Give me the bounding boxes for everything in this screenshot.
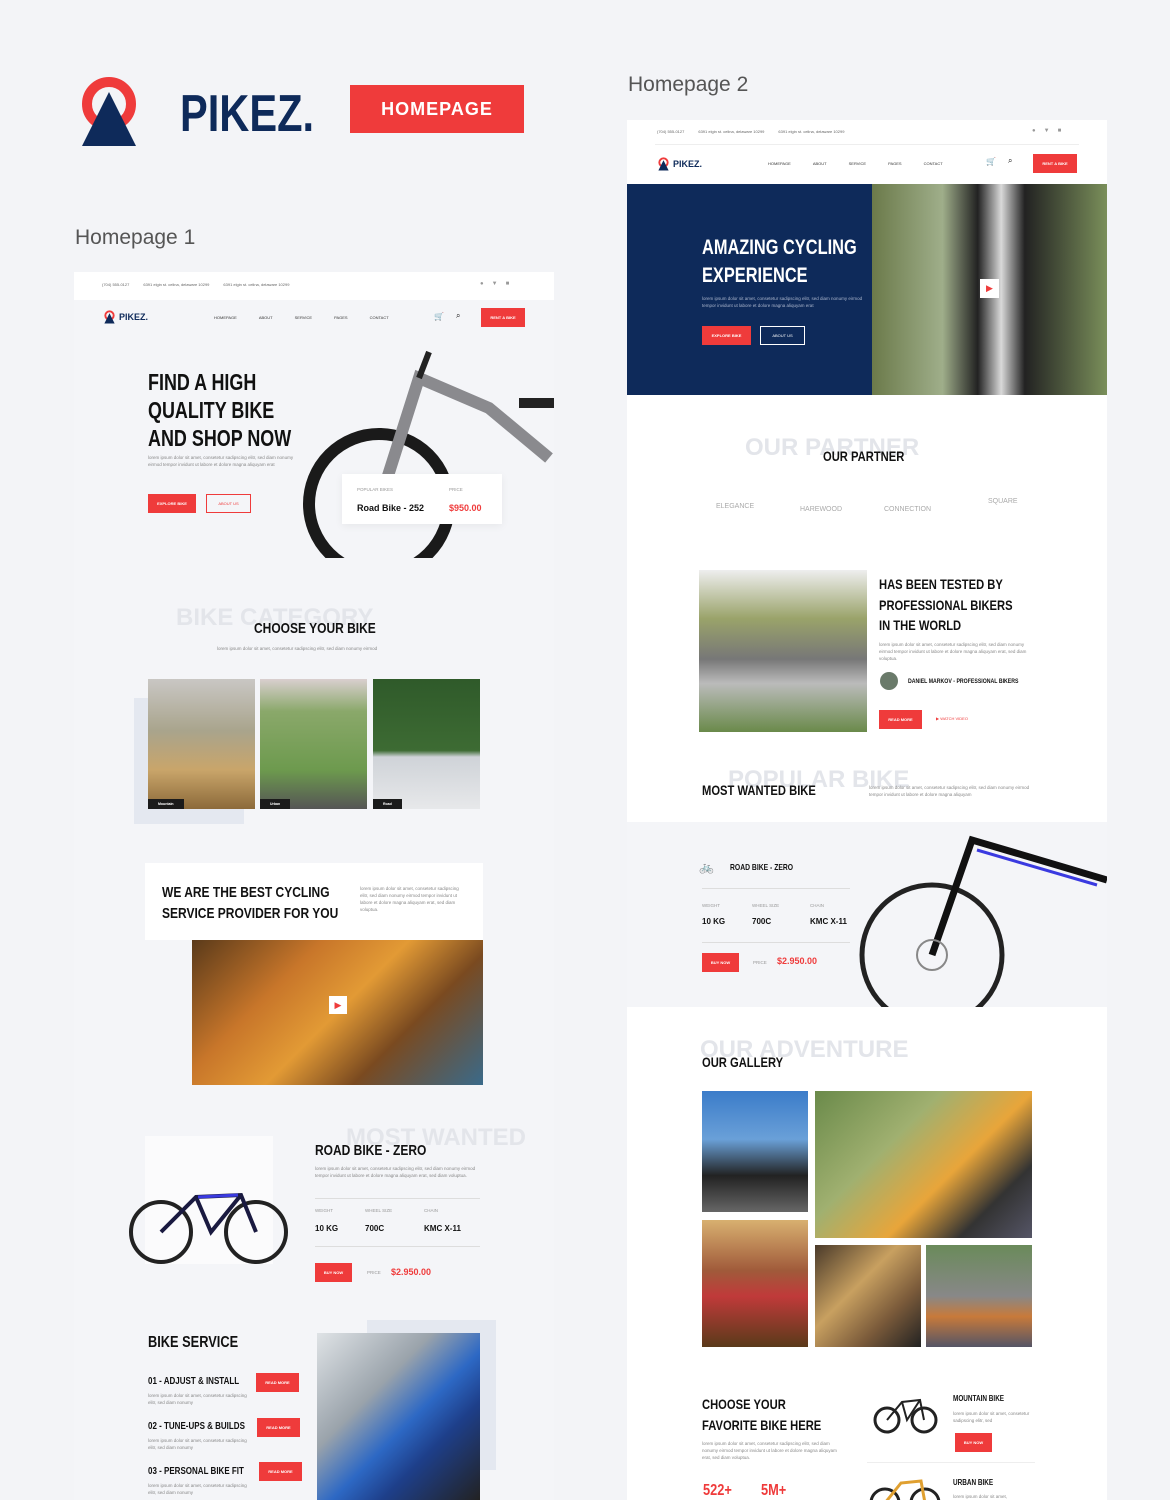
- choose-title: CHOOSE YOUR FAVORITE BIKE HERE: [702, 1396, 822, 1433]
- most-wanted-title: MOST WANTED BIKE: [702, 782, 816, 798]
- gallery-image[interactable]: [815, 1091, 1032, 1238]
- product-title: ROAD BIKE - ZERO: [315, 1142, 427, 1159]
- partner-logo-harewood: HAREWOOD: [800, 506, 842, 513]
- homepage-2-preview: (704) 555-0127 6391 elgin st. celina, de…: [627, 120, 1107, 1500]
- youtube-icon[interactable]: ■: [506, 281, 510, 287]
- buy-now-button[interactable]: BUY NOW: [315, 1263, 352, 1282]
- read-more-button[interactable]: READ MORE: [256, 1373, 299, 1392]
- nav-about[interactable]: ABOUT: [813, 161, 827, 166]
- twitter-icon[interactable]: ▼: [1044, 128, 1050, 134]
- explore-bike-button[interactable]: EXPLORE BIKE: [148, 494, 196, 513]
- about-us-button[interactable]: ABOUT US: [760, 326, 805, 345]
- nav-homepage[interactable]: HOMEPAGE: [768, 161, 791, 166]
- play-icon[interactable]: ▶: [980, 279, 999, 298]
- read-more-button[interactable]: READ MORE: [879, 710, 922, 729]
- category-card-mountain[interactable]: Mountain: [148, 679, 255, 809]
- email-text: 6391 elgin st. celina, delaware 10299: [223, 282, 290, 287]
- email-text: 6391 elgin st. celina, delaware 10299: [778, 129, 845, 134]
- hero-title: AMAZING CYCLING EXPERIENCE: [702, 236, 857, 287]
- buy-now-button[interactable]: BUY NOW: [955, 1433, 992, 1452]
- address-text: 6391 elgin st. celina, delaware 10299: [143, 282, 210, 287]
- category-card-urban[interactable]: Urban: [260, 679, 367, 809]
- popular-bike-card[interactable]: POPULAR BIKES Road Bike - 252 PRICE $950…: [342, 474, 502, 524]
- tested-title: HAS BEEN TESTED BY PROFESSIONAL BIKERS IN …: [879, 576, 1013, 633]
- avatar: [880, 672, 898, 690]
- read-more-button[interactable]: READ MORE: [257, 1418, 300, 1437]
- phone-text: (704) 555-0127: [657, 129, 685, 134]
- search-icon[interactable]: ⌕: [1008, 156, 1012, 166]
- about-us-button[interactable]: ABOUT US: [206, 494, 251, 513]
- homepage-badge[interactable]: HOMEPAGE: [350, 85, 524, 133]
- read-more-button[interactable]: READ MORE: [259, 1462, 302, 1481]
- phone-text: (704) 555-0127: [102, 282, 130, 287]
- nav-logo[interactable]: PIKEZ.: [104, 310, 148, 324]
- service-provider-block: WE ARE THE BEST CYCLING SERVICE PROVIDER…: [145, 863, 483, 940]
- bike-service-title: BIKE SERVICE: [148, 1334, 239, 1351]
- partner-logo-square: SQUARE: [988, 498, 1018, 505]
- section-title: CHOOSE YOUR BIKE: [254, 620, 376, 637]
- nav-logo[interactable]: PIKEZ.: [658, 157, 702, 171]
- explore-bike-button[interactable]: EXPLORE BIKE: [702, 326, 751, 345]
- brand-name: PIKEZ.: [180, 85, 315, 143]
- rent-bike-button[interactable]: RENT A BIKE: [481, 308, 525, 327]
- homepage-1-preview: (704) 555-0127 6391 elgin st. celina, de…: [74, 272, 554, 1500]
- homepage-1-label: Homepage 1: [75, 226, 196, 249]
- facebook-icon[interactable]: ●: [1032, 128, 1036, 134]
- twitter-icon[interactable]: ▼: [492, 281, 498, 287]
- stat-value: 5M+: [761, 1482, 787, 1499]
- main-nav: HOMEPAGE ABOUT SERVICE PAGES CONTACT: [214, 315, 389, 320]
- rent-bike-button[interactable]: RENT A BIKE: [1033, 154, 1077, 173]
- nav-service[interactable]: SERVICE: [849, 161, 867, 166]
- stat-value: 522+: [703, 1482, 732, 1499]
- nav-contact[interactable]: CONTACT: [370, 315, 389, 320]
- nav-homepage[interactable]: HOMEPAGE: [214, 315, 237, 320]
- gallery-title: OUR GALLERY: [702, 1054, 784, 1070]
- hero-text: lorem ipsum dolor sit amet, consetetur s…: [148, 455, 294, 467]
- mechanic-image: [317, 1333, 480, 1500]
- hero-cyclist-image[interactable]: ▶: [872, 184, 1107, 395]
- category-card-road[interactable]: Road: [373, 679, 480, 809]
- gallery-image[interactable]: [815, 1245, 921, 1347]
- road-bike-image: [126, 1167, 296, 1272]
- nav-pages[interactable]: PAGES: [334, 315, 348, 320]
- nav-pages[interactable]: PAGES: [888, 161, 902, 166]
- watch-video-link[interactable]: ▶ WATCH VIDEO: [936, 716, 968, 721]
- racer-image: [699, 570, 867, 732]
- topbar: (704) 555-0127 6391 elgin st. celina, de…: [102, 282, 289, 287]
- address-text: 6391 elgin st. celina, delaware 10299: [698, 129, 765, 134]
- hero-title: FIND A HIGH QUALITY BIKE AND SHOP NOW: [148, 369, 292, 451]
- gallery-image[interactable]: [926, 1245, 1032, 1347]
- service-video[interactable]: ▶: [192, 940, 483, 1085]
- facebook-icon[interactable]: ●: [480, 281, 484, 287]
- buy-now-button[interactable]: BUY NOW: [702, 953, 739, 972]
- gallery-image[interactable]: [702, 1220, 808, 1347]
- homepage-2-label: Homepage 2: [628, 73, 749, 96]
- nav-about[interactable]: ABOUT: [259, 315, 273, 320]
- hero-bike-image: [289, 348, 554, 580]
- gallery-image[interactable]: [702, 1091, 808, 1212]
- nav-service[interactable]: SERVICE: [295, 315, 313, 320]
- play-icon[interactable]: ▶: [329, 996, 347, 1014]
- partner-logo-connection: CONNECTION: [884, 506, 932, 513]
- mountain-bike-image: [872, 1390, 940, 1435]
- youtube-icon[interactable]: ■: [1058, 128, 1062, 134]
- road-bike-image: [857, 825, 1107, 1028]
- partner-logo-elegance: ELEGANCE: [716, 503, 755, 510]
- bicycle-icon: 🚲: [699, 860, 714, 874]
- urban-bike-image: [867, 1475, 942, 1500]
- nav-contact[interactable]: CONTACT: [924, 161, 943, 166]
- cart-icon[interactable]: 🛒: [986, 157, 996, 166]
- search-icon[interactable]: ⌕: [456, 311, 460, 321]
- partner-title: OUR PARTNER: [823, 448, 905, 464]
- cart-icon[interactable]: 🛒: [434, 312, 444, 321]
- brand-logo-mark: [80, 76, 138, 148]
